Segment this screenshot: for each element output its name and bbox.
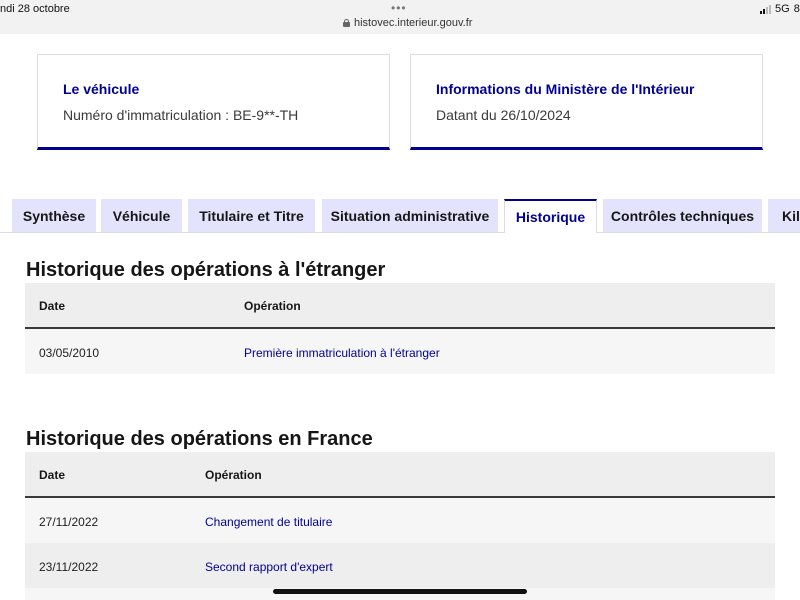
table-header: Date Opération [25,452,775,498]
tab-label: Véhicule [112,207,171,224]
row-operation: Première immatriculation à l'étranger [244,346,440,360]
row-date: 23/11/2022 [39,560,99,574]
table-row: 03/05/2010 Première immatriculation à l'… [25,329,775,374]
tab-situation-administrative[interactable]: Situation administrative [322,199,498,232]
table-row: 23/11/2022 Second rapport d'expert [25,543,775,588]
tab-bar: Synthèse Véhicule Titulaire et Titre Sit… [0,199,800,233]
tab-controles-techniques[interactable]: Contrôles techniques [603,199,762,232]
address-bar[interactable]: histovec.interieur.gouv.fr [343,17,472,29]
vehicle-card-title: Le véhicule [63,81,140,97]
battery-label: 8 [793,3,800,15]
vehicle-card: Le véhicule Numéro d'immatriculation : B… [37,54,390,150]
tab-label: Historique [515,209,586,225]
network-label: 5G [775,3,790,15]
more-dots-icon[interactable]: ••• [391,1,407,15]
foreign-history-table: Date Opération 03/05/2010 Première immat… [25,283,775,374]
home-indicator[interactable] [273,589,527,594]
tab-vehicule[interactable]: Véhicule [101,199,182,232]
tab-label: Contrôles techniques [610,207,755,224]
tab-label: Titulaire et Titre [199,207,304,224]
status-bar: ndi 28 octobre ••• histovec.interieur.go… [0,0,800,34]
row-operation: Changement de titulaire [205,515,333,529]
tab-label: Situation administrative [330,207,490,224]
row-operation: Second rapport d'expert [205,560,333,574]
status-date: ndi 28 octobre [0,3,70,15]
registration-number: Numéro d'immatriculation : BE-9**-TH [63,107,299,123]
tab-historique[interactable]: Historique [504,199,597,233]
date-column-header: Date [39,468,66,482]
tab-label: Synthèse [22,207,86,224]
url-text: histovec.interieur.gouv.fr [354,17,473,29]
lock-icon [343,19,350,27]
data-date: Datant du 26/10/2024 [436,107,571,123]
tab-titulaire-titre[interactable]: Titulaire et Titre [188,199,315,232]
signal-icon [760,4,771,14]
france-history-table: Date Opération 27/11/2022 Changement de … [25,452,775,600]
france-history-title: Historique des opérations en France [26,428,373,450]
table-row: 27/11/2022 Changement de titulaire [25,498,775,543]
operation-column-header: Opération [244,299,301,313]
tab-label: Kilo [782,207,800,224]
status-indicators: 5G 8 [760,3,800,15]
date-column-header: Date [39,299,66,313]
tab-kilometrage[interactable]: Kilo [768,199,800,232]
tab-synthese[interactable]: Synthèse [12,199,96,232]
tab-divider [0,232,800,233]
row-date: 27/11/2022 [39,515,99,529]
ministry-card: Informations du Ministère de l'Intérieur… [410,54,763,150]
ministry-card-title: Informations du Ministère de l'Intérieur [436,81,695,97]
operation-column-header: Opération [205,468,262,482]
row-date: 03/05/2010 [39,346,100,360]
foreign-history-title: Historique des opérations à l'étranger [26,259,386,281]
table-header: Date Opération [25,283,775,329]
